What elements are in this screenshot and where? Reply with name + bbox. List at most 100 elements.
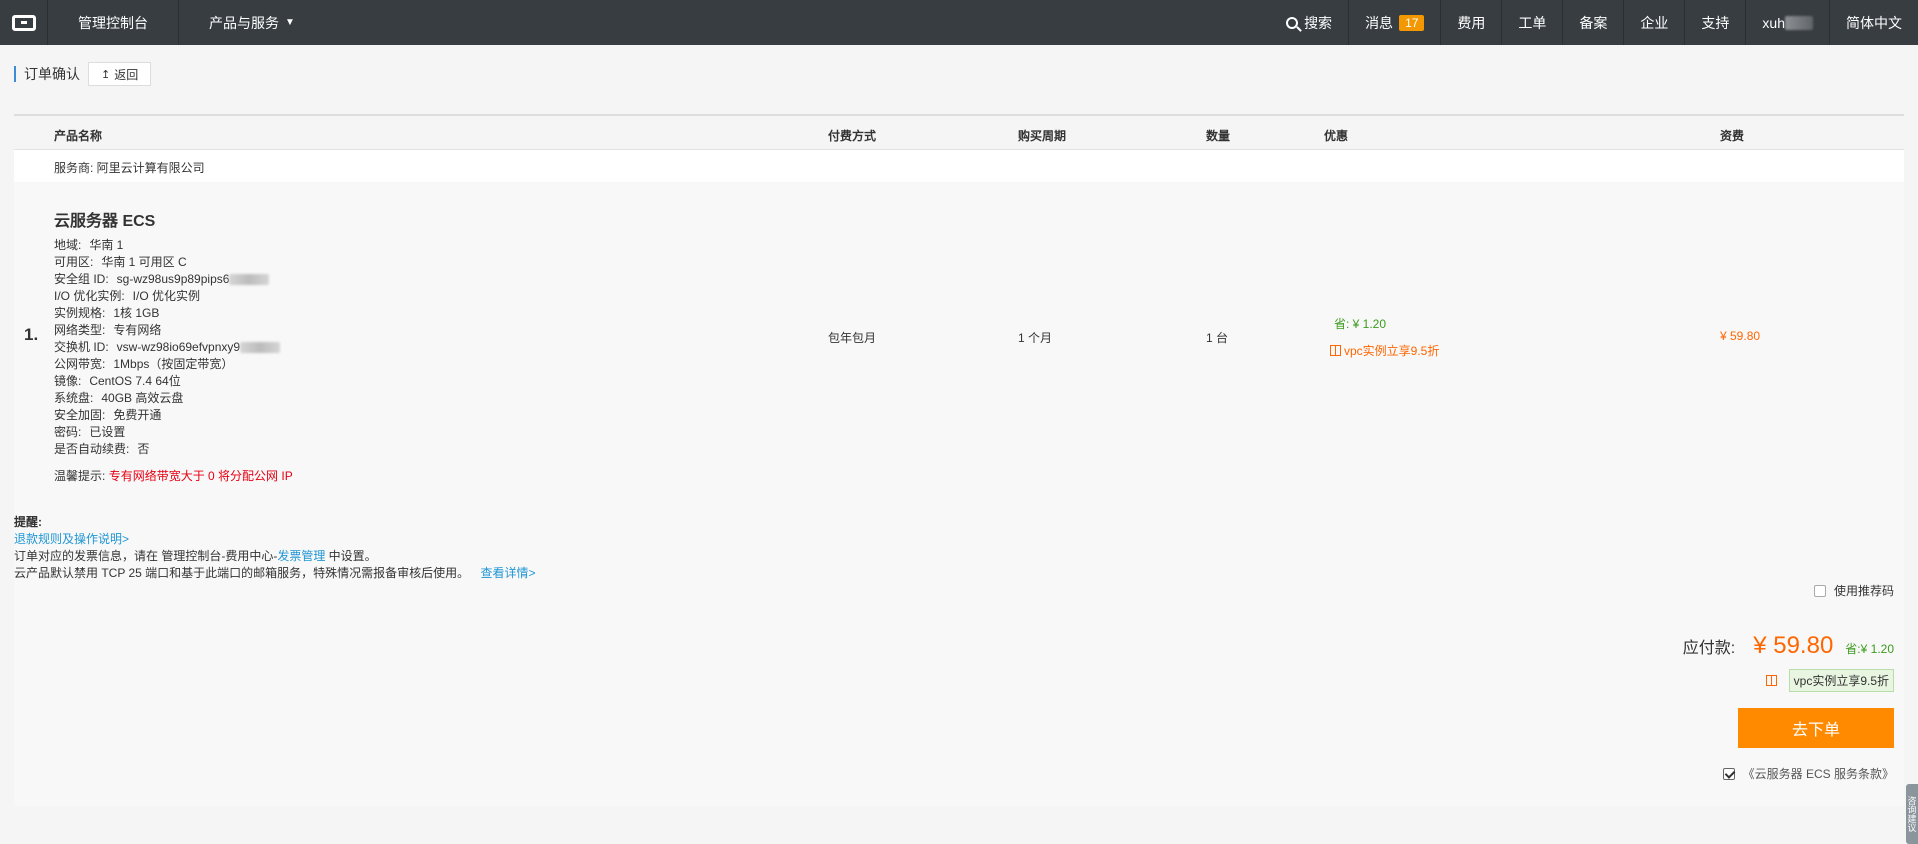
refund-rules-link[interactable]: 退款规则及操作说明> xyxy=(14,532,129,546)
redacted-value xyxy=(229,274,270,286)
fee-amount: ¥ 59.80 xyxy=(1720,329,1761,343)
caret-down-icon: ▼ xyxy=(285,17,295,28)
page-heading: 订单确认 ↥ 返回 xyxy=(14,62,152,86)
spec-value: CentOS 7.4 64位 xyxy=(89,374,181,388)
gift-icon xyxy=(1330,345,1341,356)
spec-key: 镜像: xyxy=(54,374,82,388)
support-link[interactable]: 支持 xyxy=(1684,0,1745,45)
header-discount: 优惠 xyxy=(1324,129,1349,143)
table-row: 1. 云服务器 ECS 地域: 华南 1 可用区: 华南 1 可用区 C 安全组 I… xyxy=(14,182,1904,498)
purchase-period: 1 个月 xyxy=(1018,331,1053,345)
referral-code-checkbox[interactable] xyxy=(1813,584,1826,597)
search-label: 搜索 xyxy=(1304,14,1333,31)
promo-line: vpc实例立享9.5折 xyxy=(1330,342,1439,359)
header-period: 购买周期 xyxy=(1018,129,1067,143)
spec-key: 系统盘: xyxy=(54,391,94,405)
smtp-note: 云产品默认禁用 TCP 25 端口和基于此端口的邮箱服务，特殊情况需报备审核后使… xyxy=(14,565,536,582)
feedback-side-tab[interactable]: 咨询建议 xyxy=(1906,784,1918,844)
user-menu[interactable]: xuh xyxy=(1745,0,1829,45)
heading-accent-bar xyxy=(14,66,16,82)
spec-item: 安全组 ID: sg-wz98us9p89pips6 xyxy=(54,271,280,288)
vendor-row: 服务商: 阿里云计算有限公司 xyxy=(14,150,1904,182)
smtp-note-text: 云产品默认禁用 TCP 25 端口和基于此端口的邮箱服务，特殊情况需报备审核后使… xyxy=(14,566,470,580)
messages-label: 消息 xyxy=(1365,14,1394,31)
spec-value: 华南 1 xyxy=(89,238,124,252)
header-payment: 付费方式 xyxy=(828,129,877,143)
search-button[interactable]: 搜索 xyxy=(1270,0,1348,45)
spec-key: 是否自动续费: xyxy=(54,442,130,456)
tickets-link[interactable]: 工单 xyxy=(1501,0,1562,45)
spec-item: 实例规格: 1核 1GB xyxy=(54,305,280,322)
back-button[interactable]: ↥ 返回 xyxy=(88,62,152,86)
message-count-badge: 17 xyxy=(1399,14,1425,31)
view-details-link[interactable]: 查看详情> xyxy=(480,566,535,580)
spec-item: 镜像: CentOS 7.4 64位 xyxy=(54,373,280,390)
terms-checkbox[interactable] xyxy=(1722,767,1735,780)
spec-key: 公网带宽: xyxy=(54,357,106,371)
terms-agreement: 《云服务器 ECS 服务条款》 xyxy=(1722,765,1894,782)
payable-summary: 应付款: ¥ 59.80 省:¥ 1.20 xyxy=(1683,632,1894,660)
header-fee: 资费 xyxy=(1720,129,1745,143)
warm-tip: 温馨提示: 专有网络带宽大于 0 将分配公网 IP xyxy=(54,467,293,484)
console-link[interactable]: 管理控制台 xyxy=(48,0,179,45)
products-menu[interactable]: 产品与服务 ▼ xyxy=(179,0,325,45)
invoice-note: 订单对应的发票信息，请在 管理控制台-费用中心-发票管理 中设置。 xyxy=(14,548,536,565)
spec-value: 否 xyxy=(137,442,150,456)
fees-link[interactable]: 费用 xyxy=(1440,0,1501,45)
username: xuh xyxy=(1762,14,1785,31)
payable-amount: ¥ 59.80 xyxy=(1753,632,1834,659)
promo-text: vpc实例立享9.5折 xyxy=(1344,344,1440,358)
messages-link[interactable]: 消息 17 xyxy=(1348,0,1440,45)
spec-value: 1Mbps（按固定带宽） xyxy=(113,357,234,371)
enterprise-link[interactable]: 企业 xyxy=(1623,0,1684,45)
invoice-note-post: 中设置。 xyxy=(325,549,377,563)
promo-tag: vpc实例立享9.5折 xyxy=(1788,669,1894,692)
header-quantity: 数量 xyxy=(1206,129,1231,143)
spec-value: 免费开通 xyxy=(113,408,162,422)
notes-title: 提醒: xyxy=(14,515,42,529)
spec-key: 实例规格: xyxy=(54,306,106,320)
spec-item: I/O 优化实例: I/O 优化实例 xyxy=(54,288,280,305)
invoice-manage-link[interactable]: 发票管理 xyxy=(277,549,325,563)
save-text: 省: ¥ 1.20 xyxy=(1334,317,1387,331)
language-switch[interactable]: 简体中文 xyxy=(1829,0,1918,45)
aliyun-logo[interactable] xyxy=(0,0,48,45)
vendor-name: 服务商: 阿里云计算有限公司 xyxy=(54,161,205,175)
tip-text: 专有网络带宽大于 0 将分配公网 IP xyxy=(108,469,293,483)
reminder-notes: 提醒: 退款规则及操作说明> 订单对应的发票信息，请在 管理控制台-费用中心-发… xyxy=(14,514,536,582)
referral-code-option: 使用推荐码 xyxy=(1813,582,1894,599)
spec-list: 地域: 华南 1 可用区: 华南 1 可用区 C 安全组 ID: sg-wz98us9… xyxy=(54,237,281,458)
total-save: 省:¥ 1.20 xyxy=(1845,642,1894,656)
invoice-note-pre: 订单对应的发票信息，请在 管理控制台-费用中心- xyxy=(14,549,278,563)
spec-item: 交换机 ID: vsw-wz98io69efvpnxy9 xyxy=(54,339,281,356)
back-arrow-icon: ↥ xyxy=(101,68,111,81)
spec-key: 可用区: xyxy=(54,255,94,269)
top-nav-bar: 管理控制台 产品与服务 ▼ 搜索 消息 17 费用 工单 备案 企业 支持 xu… xyxy=(0,0,1918,45)
spec-key: 地域: xyxy=(54,238,82,252)
spec-value: 专有网络 xyxy=(113,323,162,337)
spec-key: I/O 优化实例: xyxy=(54,289,125,303)
spec-key: 密码: xyxy=(54,425,82,439)
search-icon xyxy=(1286,16,1299,29)
spec-value: 华南 1 可用区 C xyxy=(101,255,187,269)
summary-promo: vpc实例立享9.5折 xyxy=(1765,669,1894,692)
tip-label: 温馨提示: xyxy=(54,469,106,483)
quantity: 1 台 xyxy=(1206,331,1229,345)
spec-item: 密码: 已设置 xyxy=(54,424,280,441)
gift-icon xyxy=(1765,675,1777,686)
spec-item: 是否自动续费: 否 xyxy=(54,441,280,458)
header-product: 产品名称 xyxy=(54,129,103,143)
redacted-value xyxy=(240,342,281,354)
back-label: 返回 xyxy=(114,67,139,82)
place-order-button[interactable]: 去下单 xyxy=(1738,708,1894,748)
terms-link[interactable]: 《云服务器 ECS 服务条款》 xyxy=(1743,765,1894,782)
icp-link[interactable]: 备案 xyxy=(1562,0,1623,45)
products-label: 产品与服务 xyxy=(209,14,279,31)
spec-key: 网络类型: xyxy=(54,323,106,337)
page-title: 订单确认 xyxy=(24,66,80,82)
referral-code-label: 使用推荐码 xyxy=(1833,584,1894,598)
spec-item: 可用区: 华南 1 可用区 C xyxy=(54,254,280,271)
spec-value: 1核 1GB xyxy=(113,306,160,320)
spec-item: 网络类型: 专有网络 xyxy=(54,322,280,339)
spec-value: 40GB 高效云盘 xyxy=(101,391,184,405)
